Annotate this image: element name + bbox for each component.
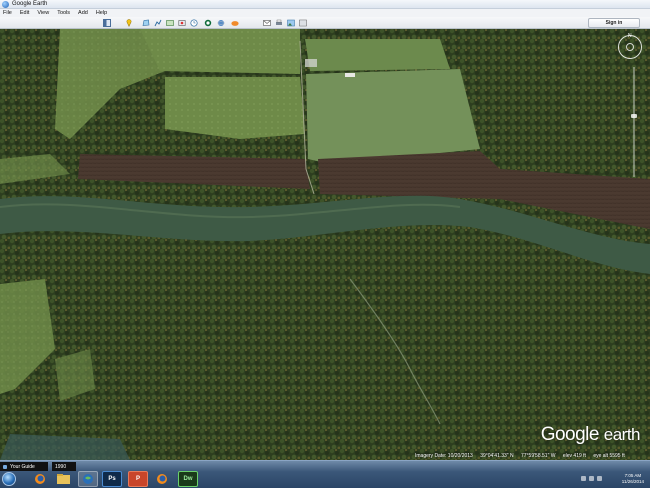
earth-map-view[interactable]: N Google earth Imagery Date: 10/20/2013 … [0, 29, 650, 460]
polygon-icon[interactable] [142, 19, 150, 27]
volume-icon[interactable] [597, 476, 602, 481]
satellite-imagery [0, 29, 650, 460]
title-bar: Google Earth [0, 0, 650, 9]
record-tour-icon[interactable] [178, 19, 186, 27]
menu-file[interactable]: File [3, 10, 12, 16]
explorer-app[interactable] [53, 471, 73, 487]
look-joystick[interactable] [626, 43, 634, 51]
flag-icon[interactable] [581, 476, 586, 481]
sun-icon[interactable] [204, 19, 212, 27]
toolbar: Sign in [0, 17, 650, 29]
your-guide-label: Your Guide [10, 463, 35, 470]
menu-view[interactable]: View [37, 10, 49, 16]
window-title: Google Earth [12, 1, 48, 7]
path-icon[interactable] [154, 19, 162, 27]
placemark-icon[interactable] [125, 19, 133, 27]
image-overlay-icon[interactable] [166, 19, 174, 27]
historical-year-label: 1990 [55, 463, 67, 470]
menu-tools[interactable]: Tools [57, 10, 70, 16]
zoom-slider[interactable] [633, 67, 635, 177]
imagery-date: Imagery Date: 10/20/2013 [415, 453, 473, 459]
menu-help[interactable]: Help [96, 10, 107, 16]
google-earth-window: Google Earth File Edit View Tools Add He… [0, 0, 650, 488]
maps-icon[interactable] [299, 19, 307, 27]
eye-altitude-readout: eye alt 5595 ft [593, 453, 625, 459]
photoshop-app[interactable]: Ps [102, 471, 122, 487]
status-bar: Imagery Date: 10/20/2013 39°04'41.33" N … [415, 453, 631, 459]
clock-date: 11/26/2014 [621, 479, 644, 484]
logo-word-earth: earth [603, 425, 641, 444]
zoom-slider-knob[interactable] [631, 114, 637, 118]
print-icon[interactable] [275, 19, 283, 27]
guide-icon [3, 464, 7, 469]
latitude-readout: 39°04'41.33" N [480, 453, 514, 459]
dreamweaver-app[interactable]: Dw [178, 471, 198, 487]
compass-north-label: N [628, 33, 632, 39]
powerpoint-app[interactable]: P [128, 471, 148, 487]
google-earth-app[interactable] [78, 471, 98, 487]
google-earth-watermark: Google earth [540, 424, 641, 446]
planets-icon[interactable] [217, 19, 225, 27]
hide-sidebar-icon[interactable] [103, 19, 111, 27]
historical-imagery-icon[interactable] [190, 19, 198, 27]
system-tray-icons [578, 476, 602, 481]
firefox-app-2[interactable] [152, 471, 172, 487]
elevation-readout: elev 419 ft [562, 453, 586, 459]
menu-edit[interactable]: Edit [20, 10, 29, 16]
menu-add[interactable]: Add [78, 10, 88, 16]
your-guide-tab[interactable]: Your Guide [0, 462, 48, 471]
sign-in-button[interactable]: Sign in [588, 18, 640, 28]
historical-year-tab[interactable]: 1990 [52, 462, 76, 471]
save-image-icon[interactable] [287, 19, 295, 27]
network-icon[interactable] [589, 476, 594, 481]
navigation-compass[interactable]: N [618, 33, 642, 59]
menu-bar: File Edit View Tools Add Help [0, 9, 650, 17]
google-earth-logo-icon [2, 0, 9, 8]
longitude-readout: 77°59'58.51" W [520, 453, 556, 459]
ruler-icon[interactable] [231, 19, 239, 27]
system-clock[interactable]: 7:05 AM 11/26/2014 [622, 473, 644, 485]
start-button[interactable] [2, 472, 16, 486]
firefox-app[interactable] [30, 471, 50, 487]
logo-word-google: Google [540, 424, 600, 445]
email-icon[interactable] [263, 19, 271, 27]
